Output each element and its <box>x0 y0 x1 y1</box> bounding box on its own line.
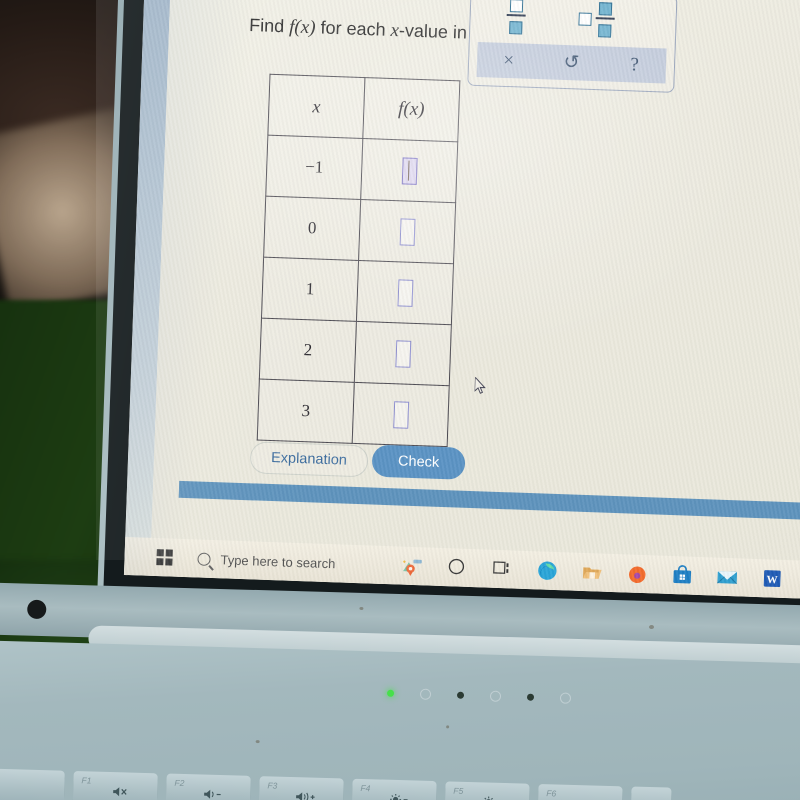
table-row: 1 <box>261 257 454 325</box>
key-f7[interactable] <box>630 786 672 800</box>
help-button[interactable]: ? <box>603 53 667 77</box>
brightness-down-icon <box>390 793 408 800</box>
prompt-fx: f(x) <box>288 16 316 39</box>
key-f6-label: F6 <box>546 788 557 799</box>
key-f6-previous-track[interactable]: F6 <box>537 783 623 800</box>
key-esc[interactable]: Esc <box>0 766 65 800</box>
table-row: 2 <box>259 318 452 386</box>
microsoft-store-icon[interactable] <box>671 564 694 587</box>
check-button[interactable]: Check <box>371 444 466 480</box>
x-value-cell: 2 <box>259 318 357 383</box>
math-keypad-panel: × ↺ ? <box>467 0 678 93</box>
table-row: 3 <box>257 379 450 447</box>
undo-button[interactable]: ↺ <box>540 50 604 75</box>
cortana-circle-icon[interactable] <box>446 556 469 579</box>
answer-input-box[interactable] <box>399 217 416 246</box>
fraction-icon <box>506 0 526 35</box>
power-led-glyph <box>419 688 432 700</box>
answer-input-box[interactable] <box>392 400 409 429</box>
key-f4-label: F4 <box>360 782 371 794</box>
search-placeholder-text: Type here to search <box>220 551 336 571</box>
key-f1-label: F1 <box>81 775 92 786</box>
key-f4-brightness-down[interactable]: F4 <box>351 778 437 800</box>
volume-down-icon <box>204 789 221 799</box>
table-header-row: x f(x) <box>267 74 460 142</box>
keyboard-function-row: Esc F1 F2 <box>0 766 672 800</box>
mixed-fraction-icon <box>595 2 615 38</box>
svg-text:W: W <box>766 574 777 586</box>
file-explorer-icon[interactable] <box>581 561 604 584</box>
answer-cell[interactable] <box>356 260 454 325</box>
key-f5-label: F5 <box>453 785 464 796</box>
mouse-cursor-icon <box>474 377 486 394</box>
key-f2-volume-down[interactable]: F2 <box>165 773 251 800</box>
key-f1-mute[interactable]: F1 <box>72 770 158 800</box>
aleks-question-page: f(x)=5x Find f(x) for each x-value in th… <box>149 0 800 602</box>
mail-icon[interactable] <box>716 566 739 589</box>
mixed-number-template-button[interactable] <box>578 1 615 38</box>
keypad-templates-row <box>470 0 677 49</box>
answer-cell[interactable] <box>352 382 450 447</box>
explanation-button[interactable]: Explanation <box>249 441 369 478</box>
answer-input-box[interactable] <box>394 339 411 368</box>
x-value-cell: 3 <box>257 379 355 444</box>
answer-cell[interactable] <box>354 321 452 386</box>
answer-cell[interactable] <box>358 199 456 264</box>
laptop-base: Esc F1 F2 <box>0 582 800 800</box>
column-header-x: x <box>267 74 365 139</box>
x-value-cell: −1 <box>265 135 363 200</box>
firefox-icon[interactable] <box>626 562 649 585</box>
clear-button[interactable]: × <box>477 48 541 72</box>
status-led-group <box>386 688 572 704</box>
key-f5-brightness-up[interactable]: F5 <box>444 781 530 800</box>
taskbar-search-box[interactable]: Type here to search <box>197 551 336 571</box>
word-icon[interactable]: W <box>761 567 784 590</box>
table-row: 0 <box>263 196 456 264</box>
whole-number-box-icon <box>578 12 592 26</box>
volume-up-icon <box>296 792 315 800</box>
drive-led-glyph <box>559 692 572 704</box>
battery-led <box>456 691 465 699</box>
x-value-cell: 1 <box>261 257 359 322</box>
photograph-of-laptop: f(x)=5x Find f(x) for each x-value in th… <box>0 0 800 800</box>
taskbar-icon-group: W <box>401 555 784 590</box>
fraction-template-button[interactable] <box>506 0 526 35</box>
table-row: −1 <box>265 135 458 203</box>
page-footer-bar <box>178 480 800 524</box>
key-f3-label: F3 <box>267 780 278 791</box>
laptop-keyboard-deck: Esc F1 F2 <box>0 638 800 800</box>
prompt-before: Find <box>248 14 290 37</box>
windows-start-icon[interactable] <box>156 549 174 566</box>
hinge-screw-hole <box>27 599 47 620</box>
keypad-actions-row: × ↺ ? <box>476 41 667 84</box>
task-view-icon[interactable] <box>491 558 514 581</box>
answer-input-box[interactable] <box>396 278 413 307</box>
microsoft-edge-icon[interactable] <box>536 559 559 582</box>
x-value-cell: 0 <box>263 196 361 261</box>
laptop-screen: f(x)=5x Find f(x) for each x-value in th… <box>123 0 800 602</box>
brightness-up-icon <box>483 796 495 800</box>
battery-led-glyph <box>489 690 502 702</box>
key-f2-label: F2 <box>174 777 185 789</box>
answer-cell[interactable] <box>360 138 458 203</box>
laptop-lid: f(x)=5x Find f(x) for each x-value in th… <box>96 0 800 657</box>
function-value-table: x f(x) −1 0 1 2 3 <box>256 73 461 448</box>
prompt-mid: for each <box>315 17 391 40</box>
column-header-fx: f(x) <box>362 77 460 142</box>
weather-widget-icon[interactable] <box>401 555 424 578</box>
search-icon <box>197 552 211 566</box>
drive-led <box>526 693 535 701</box>
power-led <box>386 689 395 697</box>
screen-bezel: f(x)=5x Find f(x) for each x-value in th… <box>102 0 800 640</box>
mute-icon <box>112 787 127 797</box>
answer-input-box-active[interactable] <box>401 156 418 185</box>
key-f3-volume-up[interactable]: F3 <box>258 776 344 800</box>
